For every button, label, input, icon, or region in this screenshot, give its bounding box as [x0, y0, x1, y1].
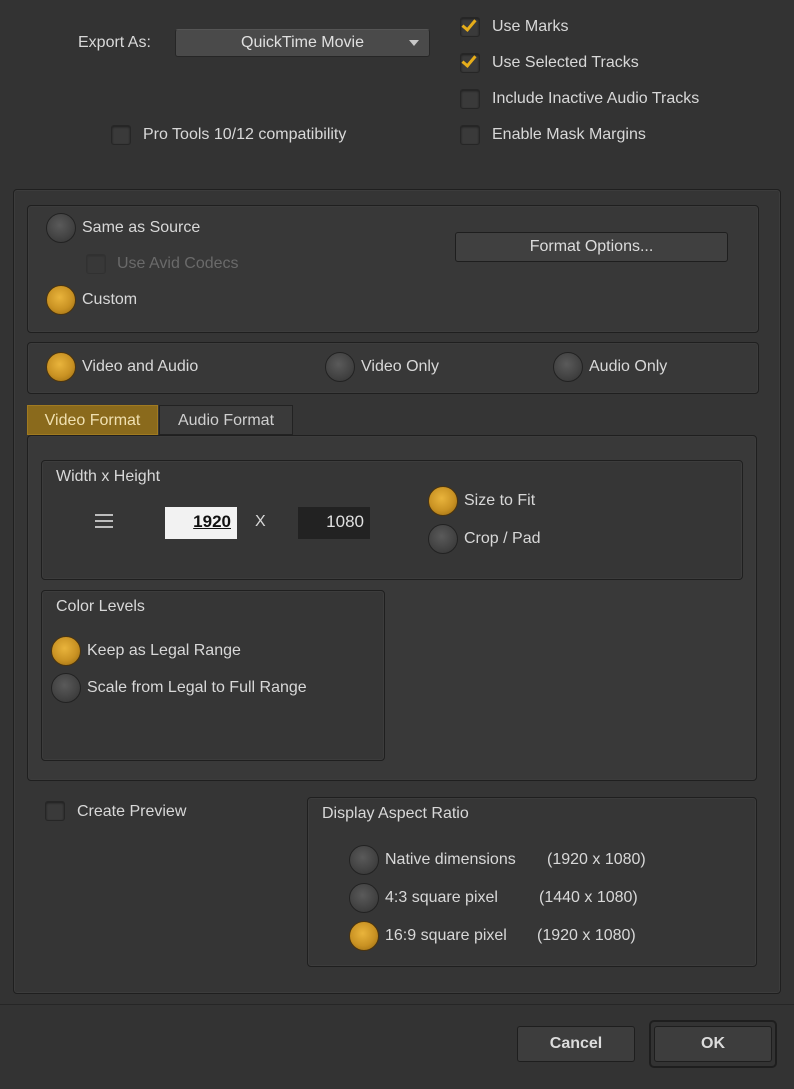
custom-radio[interactable] [46, 285, 76, 315]
native-dimensions-label: Native dimensions [385, 851, 516, 868]
export-as-label: Export As: [78, 34, 151, 51]
custom-label: Custom [82, 291, 138, 308]
tab-video-format[interactable]: Video Format [27, 405, 158, 435]
video-and-audio-label: Video and Audio [82, 358, 199, 375]
times-sign: X [255, 513, 266, 530]
video-only-label: Video Only [361, 358, 439, 375]
enable-mask-margins-checkbox[interactable] [460, 125, 480, 145]
same-as-source-label: Same as Source [82, 219, 201, 236]
crop-pad-radio[interactable] [428, 524, 458, 554]
ok-button[interactable]: OK [654, 1026, 772, 1062]
aspect-ratio-title: Display Aspect Ratio [322, 805, 469, 822]
chevron-down-icon [409, 40, 419, 46]
export-as-value: QuickTime Movie [241, 34, 364, 51]
use-selected-tracks-label: Use Selected Tracks [492, 54, 639, 71]
checkmark-icon [461, 16, 477, 32]
include-inactive-audio-checkbox[interactable] [460, 89, 480, 109]
checkmark-icon [461, 52, 477, 68]
sixteen-nine-size: (1920 x 1080) [537, 927, 636, 944]
native-dimensions-radio[interactable] [349, 845, 379, 875]
tab-audio-format[interactable]: Audio Format [159, 405, 293, 435]
width-input[interactable]: 1920 [165, 507, 237, 539]
native-dimensions-size: (1920 x 1080) [547, 851, 646, 868]
use-marks-checkbox[interactable] [460, 16, 480, 37]
audio-only-label: Audio Only [589, 358, 668, 375]
four-three-size: (1440 x 1080) [539, 889, 638, 906]
height-input[interactable]: 1080 [298, 507, 370, 539]
color-levels-title: Color Levels [56, 598, 145, 615]
size-to-fit-radio[interactable] [428, 486, 458, 516]
same-as-source-radio[interactable] [46, 213, 76, 243]
width-height-title: Width x Height [56, 468, 161, 485]
enable-mask-margins-label: Enable Mask Margins [492, 126, 646, 143]
pro-tools-checkbox[interactable] [111, 125, 131, 145]
four-three-label: 4:3 square pixel [385, 889, 498, 906]
crop-pad-label: Crop / Pad [464, 530, 541, 547]
export-as-popup[interactable]: QuickTime Movie [175, 29, 430, 57]
keep-legal-range-radio[interactable] [51, 636, 81, 666]
pro-tools-label: Pro Tools 10/12 compatibility [143, 126, 347, 143]
create-preview-checkbox[interactable] [45, 801, 65, 821]
four-three-radio[interactable] [349, 883, 379, 913]
scale-full-range-label: Scale from Legal to Full Range [87, 679, 307, 696]
link-dimensions-icon[interactable] [95, 514, 113, 528]
sixteen-nine-label: 16:9 square pixel [385, 927, 507, 944]
use-avid-codecs-label: Use Avid Codecs [117, 255, 239, 272]
format-options-button[interactable]: Format Options... [455, 232, 728, 262]
video-and-audio-radio[interactable] [46, 352, 76, 382]
audio-only-radio[interactable] [553, 352, 583, 382]
size-to-fit-label: Size to Fit [464, 492, 536, 509]
cancel-button[interactable]: Cancel [517, 1026, 635, 1062]
sixteen-nine-radio[interactable] [349, 921, 379, 951]
create-preview-label: Create Preview [77, 803, 187, 820]
keep-legal-range-label: Keep as Legal Range [87, 642, 241, 659]
scale-full-range-radio[interactable] [51, 673, 81, 703]
use-avid-codecs-checkbox[interactable] [86, 254, 106, 274]
use-selected-tracks-checkbox[interactable] [460, 52, 480, 73]
video-only-radio[interactable] [325, 352, 355, 382]
footer-divider [0, 1004, 794, 1005]
include-inactive-audio-label: Include Inactive Audio Tracks [492, 90, 700, 107]
use-marks-label: Use Marks [492, 18, 569, 35]
